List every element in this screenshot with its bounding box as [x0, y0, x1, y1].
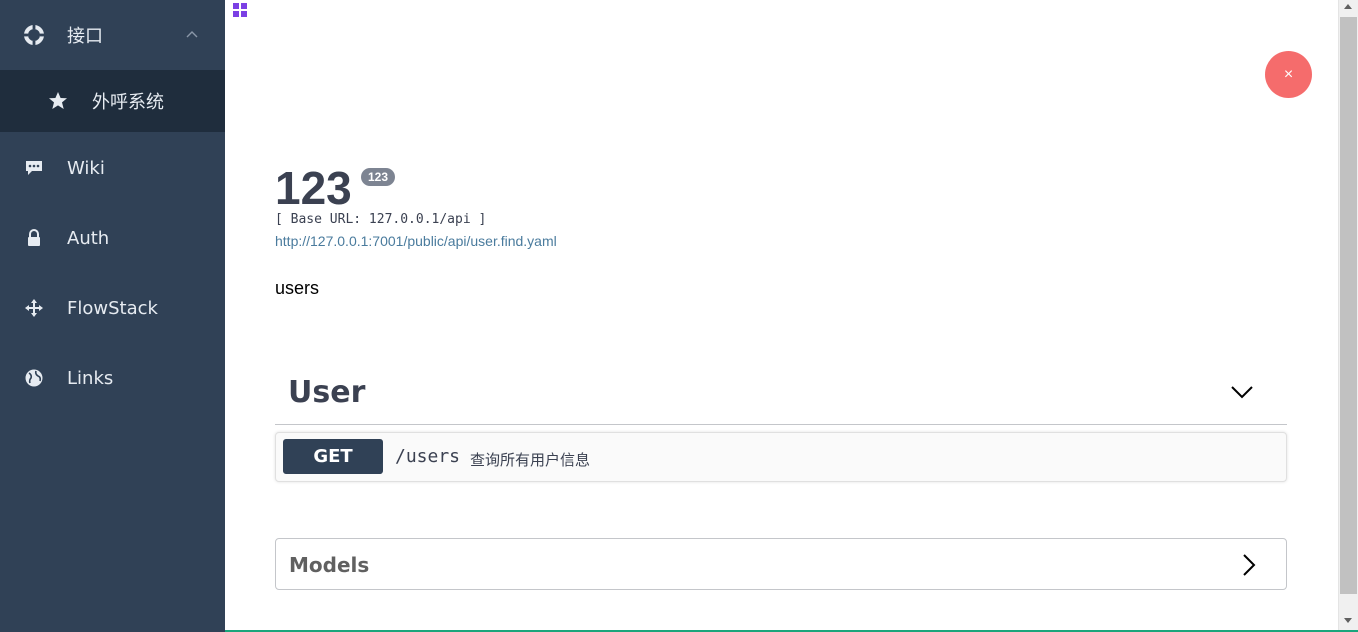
sidebar-item-outbound-system[interactable]: 外呼系统 — [0, 70, 225, 132]
operation-get-users[interactable]: GET /users 查询所有用户信息 — [275, 432, 1287, 482]
sidebar: 接口 外呼系统 Wiki Auth FlowStack Links — [0, 0, 225, 632]
chevron-up-icon — [185, 28, 199, 42]
sidebar-item-flowstack[interactable]: FlowStack — [0, 273, 225, 343]
sidebar-item-label: FlowStack — [67, 297, 158, 319]
api-title: 123 — [275, 162, 352, 214]
sidebar-item-links[interactable]: Links — [0, 343, 225, 413]
spec-url-link[interactable]: http://127.0.0.1:7001/public/api/user.fi… — [275, 233, 557, 249]
chevron-right-icon — [1242, 553, 1256, 577]
scroll-down-arrow-icon[interactable] — [1344, 618, 1352, 623]
lock-icon — [24, 228, 44, 248]
sidebar-item-label: Auth — [67, 227, 110, 249]
comment-icon — [24, 158, 44, 178]
operation-path: /users — [395, 446, 461, 467]
sidebar-item-label: 外呼系统 — [92, 92, 164, 113]
version-badge: 123 — [361, 168, 396, 186]
tag-section-header[interactable]: User — [275, 365, 1287, 425]
main-content: × 123 123 [ Base URL: 127.0.0.1/api ] ht… — [225, 0, 1338, 632]
api-description: users — [275, 278, 320, 298]
globe-icon — [24, 368, 44, 388]
app-window: 接口 外呼系统 Wiki Auth FlowStack Links × 123 … — [0, 0, 1358, 632]
sidebar-item-auth[interactable]: Auth — [0, 203, 225, 273]
sidebar-item-wiki[interactable]: Wiki — [0, 133, 225, 203]
scrollbar-thumb[interactable] — [1340, 17, 1357, 594]
tag-name: User — [288, 375, 366, 410]
star-icon — [48, 91, 68, 111]
sidebar-item-label: 接口 — [67, 26, 103, 47]
method-badge: GET — [283, 439, 383, 474]
sidebar-item-label: Wiki — [67, 157, 105, 179]
close-icon: × — [1283, 65, 1294, 83]
sidebar-item-interface[interactable]: 接口 — [0, 0, 225, 70]
operation-summary: 查询所有用户信息 — [470, 451, 591, 469]
models-title: Models — [289, 553, 370, 577]
models-section[interactable]: Models — [275, 538, 1287, 590]
scroll-up-arrow-icon[interactable] — [1344, 4, 1352, 9]
grid-icon[interactable] — [233, 3, 248, 18]
base-url: [ Base URL: 127.0.0.1/api ] — [275, 212, 487, 227]
sidebar-item-label: Links — [67, 367, 114, 389]
lifebuoy-icon — [24, 25, 44, 45]
vertical-scrollbar[interactable] — [1338, 0, 1358, 632]
close-button[interactable]: × — [1265, 51, 1312, 98]
chevron-down-icon — [1230, 385, 1254, 399]
move-icon — [24, 298, 44, 318]
